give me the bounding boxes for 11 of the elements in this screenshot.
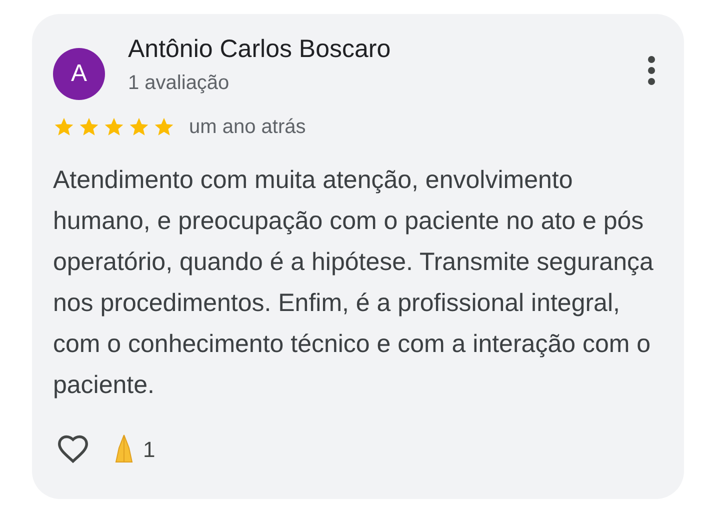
star-icon: [153, 116, 175, 138]
star-icon: [78, 116, 100, 138]
star-icon: [53, 116, 75, 138]
star-icon: [103, 116, 125, 138]
author-meta: 1 avaliação: [128, 71, 230, 96]
author-name: Antônio Carlos Boscaro: [128, 34, 392, 65]
reaction-count: 1: [143, 436, 156, 464]
review-time: um ano atrás: [189, 115, 306, 140]
review-text: Atendimento com muita atenção, envolvimento humano, e preocupação com o paciente no ato e pós operatório, quando é a hipótese. Transmite segurança nos procedimentos. Enfim, é a profissional integral, com o conhecimento técnico e com a interação com o paciente.: [53, 165, 654, 401]
avatar: A: [53, 48, 105, 100]
star-icon: [128, 116, 150, 138]
